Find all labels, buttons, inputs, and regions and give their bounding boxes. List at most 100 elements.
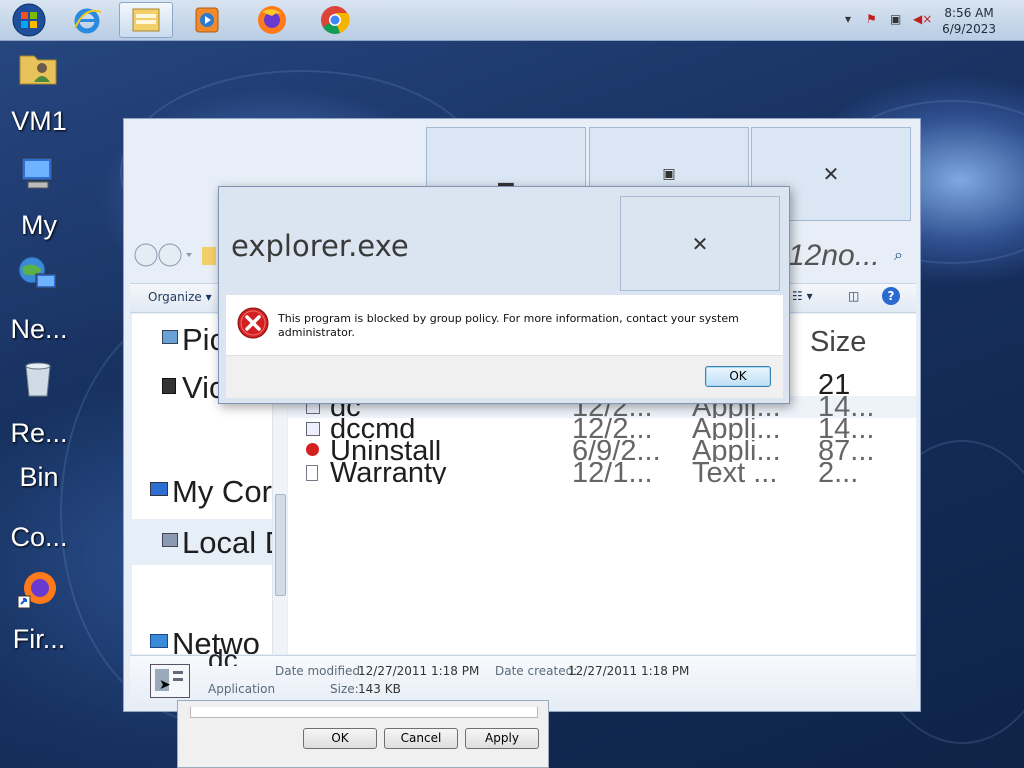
- organize-label: Organize: [148, 290, 202, 304]
- file-name: Uninstall: [330, 440, 442, 462]
- application-large-icon: ➤: [150, 664, 190, 698]
- details-modified-value: 12/27/2011 1:18 PM: [358, 664, 480, 678]
- dialog-title: explorer.exe: [231, 229, 409, 263]
- file-date: 6/9/2...: [572, 440, 661, 462]
- properties-dialog: OK Cancel Apply: [177, 700, 549, 768]
- desktop-icon-label: VM1: [11, 106, 67, 136]
- scrollbar-thumb[interactable]: [275, 494, 286, 596]
- taskbar-windows-explorer[interactable]: [119, 2, 173, 38]
- desktop-icon-network[interactable]: Ne...: [0, 252, 78, 352]
- media-player-icon: [195, 7, 219, 33]
- taskbar-firefox[interactable]: [245, 2, 299, 38]
- nav-item-label: My Cor: [172, 474, 272, 509]
- nav-item-network[interactable]: Netwo: [132, 622, 272, 654]
- nav-item-local-disk[interactable]: Local D: [132, 519, 272, 565]
- file-name: dccmd: [330, 418, 416, 440]
- preview-pane-button[interactable]: ◫: [848, 289, 859, 303]
- start-orb-icon: [12, 3, 46, 37]
- details-size-value: 143 KB: [358, 682, 401, 696]
- nav-item-label: Local D: [182, 525, 272, 560]
- text-file-icon: [306, 465, 318, 481]
- file-row-warranty[interactable]: Warranty 12/1... Text ... 2...: [288, 462, 916, 484]
- nav-item-my-computer[interactable]: My Cor: [132, 470, 272, 516]
- computer-icon: [150, 482, 168, 496]
- taskbar-chrome[interactable]: [308, 2, 362, 38]
- tray-overflow-icon[interactable]: ▾: [845, 12, 851, 26]
- back-forward-icon: [134, 243, 192, 267]
- error-dialog: explorer.exe ✕ This program is blocked b…: [218, 186, 790, 404]
- desktop-icon-label: Re...: [10, 418, 68, 448]
- details-created-value: 12/27/2011 1:18 PM: [568, 664, 690, 678]
- properties-panel-edge: [190, 707, 538, 718]
- desktop-icon-vm1[interactable]: VM1: [0, 44, 78, 140]
- details-created-label: Date created:: [495, 664, 578, 678]
- desktop-icon-firefox[interactable]: Fir...: [0, 566, 78, 666]
- dialog-close-button[interactable]: ✕: [620, 196, 780, 291]
- user-folder-icon: [19, 55, 57, 85]
- close-icon: ✕: [691, 231, 709, 256]
- maximize-icon: ▣: [662, 166, 676, 182]
- properties-apply-button[interactable]: Apply: [465, 728, 539, 749]
- back-forward-buttons[interactable]: [132, 241, 192, 269]
- internet-explorer-icon: [74, 8, 102, 34]
- taskbar: ▾ ⚑ ▣ ◀× 8:56 AM 6/9/2023: [0, 0, 1024, 41]
- network-tray-icon[interactable]: ▣: [890, 12, 901, 26]
- error-icon: [237, 307, 269, 339]
- taskbar-media-player[interactable]: [180, 2, 234, 38]
- pictures-icon: [162, 330, 178, 344]
- desktop-icon-label: Ne...: [10, 314, 68, 344]
- details-size-label: Size:: [330, 682, 359, 696]
- properties-ok-button[interactable]: OK: [303, 728, 377, 749]
- file-size: 14...: [818, 418, 875, 440]
- file-row-dccmd[interactable]: dccmd 12/2... Appli... 14...: [288, 418, 916, 440]
- clock-time: 8:56 AM: [944, 6, 994, 20]
- taskbar-clock[interactable]: 8:56 AM 6/9/2023: [942, 5, 996, 37]
- uninstall-icon: [306, 443, 319, 456]
- details-file-kind: Application: [208, 682, 276, 696]
- desktop-icon-label: Fir...: [12, 624, 66, 654]
- file-type: Text ...: [692, 462, 778, 484]
- file-size: 2...: [818, 462, 859, 484]
- network-icon: [150, 634, 168, 648]
- firefox-shortcut-icon: [17, 572, 56, 609]
- column-header-size[interactable]: Size: [810, 326, 866, 359]
- file-date: 12/1...: [572, 462, 653, 484]
- file-date: 12/2...: [572, 418, 653, 440]
- file-name: Warranty: [330, 462, 447, 484]
- file-type: Appli...: [692, 418, 781, 440]
- videos-icon: [162, 378, 176, 394]
- my-computer-icon: [21, 157, 53, 189]
- desktop-icon-bin[interactable]: Bin: [0, 462, 78, 512]
- organize-button[interactable]: Organize ▾: [148, 290, 212, 304]
- properties-cancel-button[interactable]: Cancel: [384, 728, 458, 749]
- desktop-icon-label: Bin: [19, 462, 59, 492]
- desktop-icon-control[interactable]: Co...: [0, 520, 78, 570]
- search-icon[interactable]: ⌕: [894, 245, 903, 265]
- dialog-body: This program is blocked by group policy.…: [226, 295, 783, 355]
- action-center-icon[interactable]: ⚑: [866, 12, 877, 26]
- start-button[interactable]: [2, 2, 56, 38]
- volume-muted-icon[interactable]: ◀×: [913, 12, 932, 26]
- desktop-icon-recycle-bin[interactable]: Re...: [0, 356, 78, 456]
- dialog-message: This program is blocked by group policy.…: [278, 312, 739, 339]
- desktop-icon-label: My: [21, 210, 57, 240]
- details-modified-label: Date modified:: [275, 664, 365, 678]
- file-size: 14...: [818, 396, 875, 418]
- file-row-uninstall[interactable]: Uninstall 6/9/2... Appli... 87...: [288, 440, 916, 462]
- file-type: Appli...: [692, 440, 781, 462]
- desktop-icon-label: Co...: [10, 522, 68, 552]
- firefox-icon: [258, 6, 286, 34]
- recycle-bin-icon: [25, 362, 51, 397]
- windows-explorer-icon: [132, 8, 160, 32]
- help-icon[interactable]: ?: [882, 287, 900, 305]
- taskbar-internet-explorer[interactable]: [60, 2, 114, 38]
- chrome-icon: [321, 6, 350, 34]
- address-folder-icon: [202, 247, 216, 265]
- view-options-button[interactable]: ☷ ▾: [792, 289, 813, 303]
- file-size: 87...: [818, 440, 875, 462]
- clock-date: 6/9/2023: [942, 22, 996, 36]
- network-icon: [18, 256, 57, 289]
- local-disk-icon: [162, 533, 178, 547]
- desktop-icon-my-computer[interactable]: My: [0, 148, 78, 248]
- dialog-ok-button[interactable]: OK: [705, 366, 771, 387]
